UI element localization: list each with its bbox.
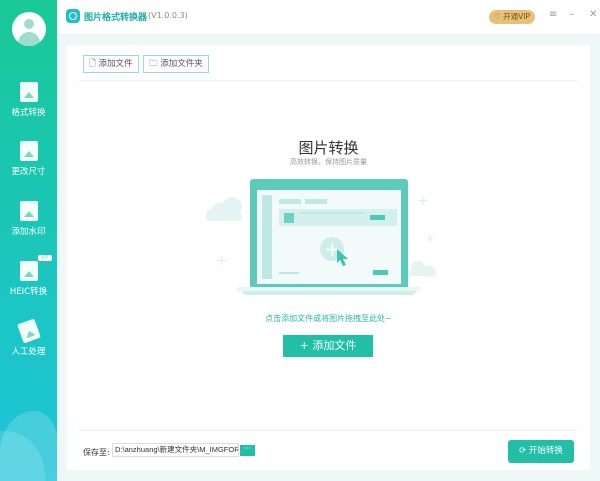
app-version: (V1.0.0.3) <box>148 11 188 20</box>
menu-icon[interactable]: ≡ <box>549 9 557 20</box>
drop-zone-illustration[interactable]: + + ✳ + <box>200 175 440 305</box>
title-bar: 图片格式转换器 (V1.0.0.3) ♡ 开通VIP ≡ – ✕ <box>57 0 600 34</box>
vip-label: 开通VIP <box>503 12 530 21</box>
vip-badge: VIP <box>37 255 52 261</box>
avatar[interactable] <box>12 12 46 46</box>
main-panel: 🗋 添加文件 🗀 添加文件夹 图片转换 高效转换，保持图片质量 + + ✳ + … <box>67 45 590 470</box>
page-subtitle: 高效转换，保持图片质量 <box>290 158 367 166</box>
add-file-button[interactable]: 🗋 添加文件 <box>83 55 139 73</box>
sparkle-decoration: ✳ <box>425 232 435 246</box>
open-vip-button[interactable]: ♡ 开通VIP <box>489 10 535 24</box>
sidebar-item-label: 更改尺寸 <box>11 167 46 177</box>
app-logo-icon <box>66 9 80 23</box>
add-folder-button[interactable]: 🗀 添加文件夹 <box>143 55 209 73</box>
add-file-main-button[interactable]: + 添加文件 <box>283 335 373 357</box>
image-icon <box>19 82 38 102</box>
drop-hint: 点击添加文件或将图片拖拽至此处~ <box>265 314 392 323</box>
page-title: 图片转换 <box>298 139 359 157</box>
divider <box>79 80 578 81</box>
plus-decoration: + <box>216 253 228 269</box>
sidebar-item-manual[interactable]: 人工处理 <box>0 318 57 357</box>
sidebar-item-resize[interactable]: 更改尺寸 <box>0 141 57 177</box>
sidebar-item-heic[interactable]: VIP HEIC转换 <box>0 255 57 297</box>
sidebar: 格式转换 更改尺寸 添加水印 VIP HEIC转换 人工处理 <box>0 0 57 481</box>
button-label: 添加文件 <box>98 59 133 69</box>
sidebar-item-label: 格式转换 <box>11 108 46 118</box>
cloud-icon <box>408 261 436 277</box>
button-label: 开始转换 <box>528 446 563 456</box>
image-icon <box>16 318 41 344</box>
browse-button[interactable]: ··· <box>240 445 255 456</box>
divider <box>79 430 578 431</box>
sidebar-item-label: 添加水印 <box>11 227 46 237</box>
sidebar-item-label: HEIC转换 <box>9 287 48 297</box>
start-convert-button[interactable]: ⟳ 开始转换 <box>508 440 574 463</box>
image-icon <box>19 141 38 161</box>
button-label: 添加文件夹 <box>160 59 203 69</box>
save-path-input[interactable]: D:\anzhuang\新建文件夹\M_IMGFORMAT <box>112 443 239 457</box>
close-button[interactable]: ✕ <box>589 9 597 20</box>
cloud-icon <box>206 197 242 221</box>
image-icon: VIP <box>19 255 52 281</box>
sidebar-item-label: 人工处理 <box>11 347 46 357</box>
save-to-label: 保存至: <box>83 448 110 457</box>
app-title: 图片格式转换器 <box>84 13 148 23</box>
sidebar-item-watermark[interactable]: 添加水印 <box>0 201 57 237</box>
plus-decoration: + <box>417 193 429 209</box>
minimize-button[interactable]: – <box>569 9 574 20</box>
sidebar-item-format-convert[interactable]: 格式转换 <box>0 82 57 118</box>
image-icon <box>19 201 38 221</box>
